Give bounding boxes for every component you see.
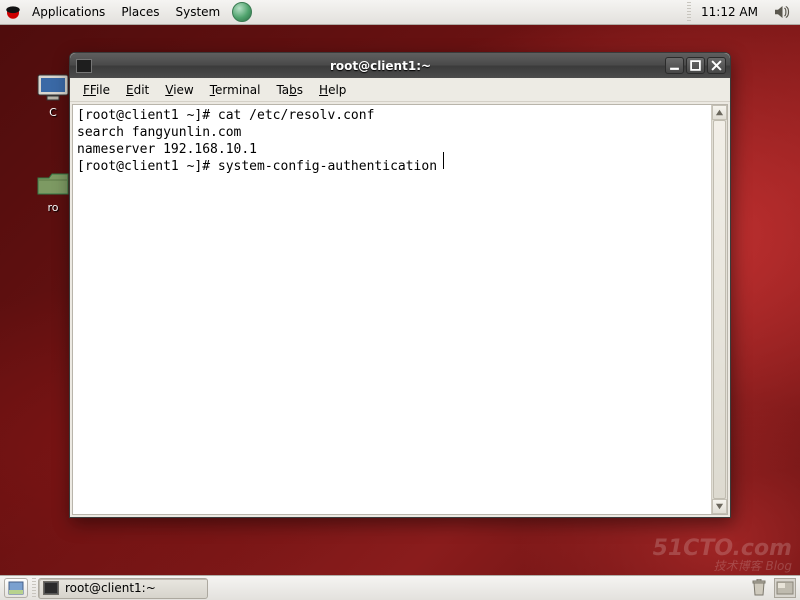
menu-label: File <box>90 83 110 97</box>
menu-tabs[interactable]: Tabs <box>269 80 310 100</box>
desktop-icon-label: C <box>49 106 57 119</box>
taskbar-entry-label: root@client1:~ <box>65 581 156 595</box>
menu-system[interactable]: System <box>167 2 228 22</box>
window-minimize-button[interactable] <box>665 57 684 74</box>
menu-help[interactable]: Help <box>312 80 353 100</box>
show-desktop-button[interactable] <box>4 578 28 598</box>
window-title: root@client1:~ <box>98 59 663 73</box>
terminal-window: root@client1:~ FFile Edit View Terminal … <box>69 52 731 518</box>
terminal-body: [root@client1 ~]# cat /etc/resolv.conf s… <box>72 104 728 515</box>
scroll-down-arrow-icon[interactable] <box>712 499 727 514</box>
menu-edit[interactable]: Edit <box>119 80 156 100</box>
distro-logo-icon[interactable] <box>4 3 22 21</box>
terminal-icon <box>43 581 59 595</box>
terminal-output[interactable]: [root@client1 ~]# cat /etc/resolv.conf s… <box>73 105 711 514</box>
vertical-scrollbar[interactable] <box>711 105 727 514</box>
workspace-switcher[interactable] <box>774 578 796 598</box>
window-app-icon <box>76 59 92 73</box>
window-close-button[interactable] <box>707 57 726 74</box>
panel-separator <box>32 578 36 598</box>
volume-icon[interactable] <box>770 1 792 23</box>
menu-view[interactable]: View <box>158 80 200 100</box>
menu-applications[interactable]: Applications <box>24 2 113 22</box>
taskbar-entry-terminal[interactable]: root@client1:~ <box>38 578 208 599</box>
panel-separator <box>687 2 691 22</box>
menu-file[interactable]: FFile <box>76 80 117 100</box>
desktop-icon-label: ro <box>47 201 58 214</box>
clock[interactable]: 11:12 AM <box>693 2 766 22</box>
top-panel: Applications Places System 11:12 AM <box>0 0 800 25</box>
window-titlebar[interactable]: root@client1:~ <box>70 53 730 78</box>
menu-terminal[interactable]: Terminal <box>203 80 268 100</box>
bottom-panel: root@client1:~ <box>0 575 800 600</box>
menu-places[interactable]: Places <box>113 2 167 22</box>
menubar: FFile Edit View Terminal Tabs Help <box>70 78 730 102</box>
scroll-track[interactable] <box>712 120 727 499</box>
scroll-up-arrow-icon[interactable] <box>712 105 727 120</box>
browser-launcher-icon[interactable] <box>232 2 252 22</box>
text-cursor <box>443 152 444 169</box>
scroll-thumb[interactable] <box>713 120 726 499</box>
window-maximize-button[interactable] <box>686 57 705 74</box>
trash-icon[interactable] <box>748 578 770 598</box>
